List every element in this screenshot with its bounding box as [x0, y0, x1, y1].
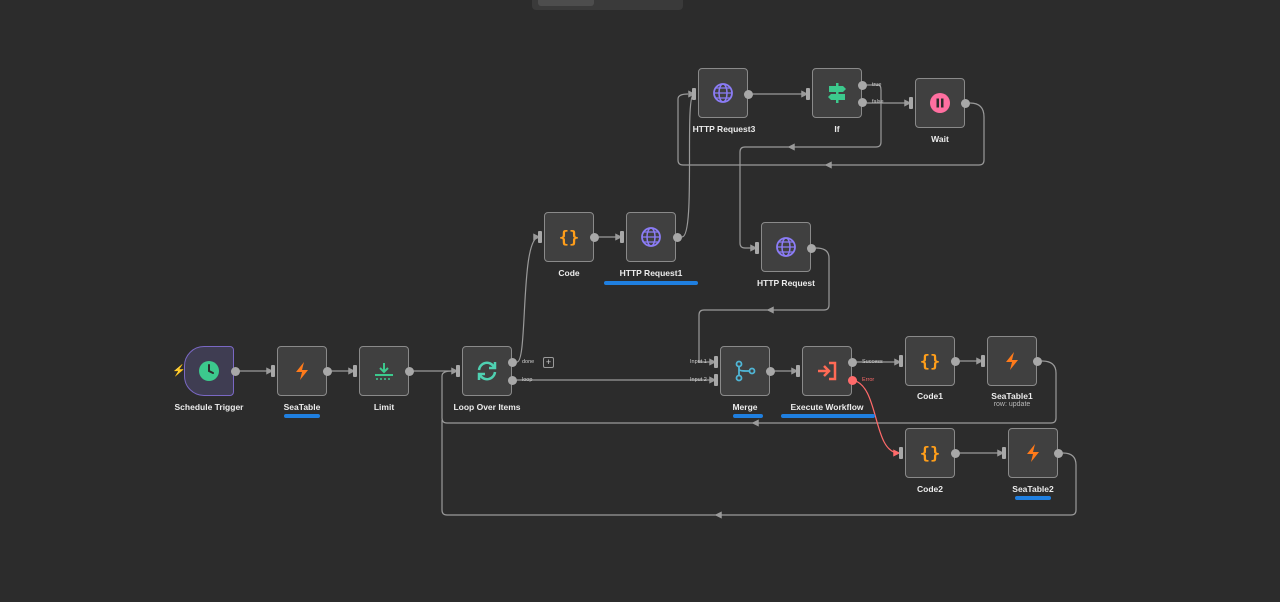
code-icon: {}	[545, 213, 593, 261]
execute-success-label: Success	[862, 359, 883, 365]
http-request-input-port[interactable]	[755, 242, 759, 254]
loop-icon	[463, 347, 511, 395]
http-request3-output-port[interactable]	[744, 90, 753, 99]
http-request1-input-port[interactable]	[620, 231, 624, 243]
node-code1[interactable]: {}	[905, 336, 955, 386]
http-request3-input-port[interactable]	[692, 88, 696, 100]
code-icon: {}	[906, 429, 954, 477]
edge-seatable2-loop	[441, 420, 1077, 516]
loop-input-port[interactable]	[456, 365, 460, 377]
node-seatable2[interactable]	[1008, 428, 1058, 478]
code2-output-port[interactable]	[951, 449, 960, 458]
redaction-mark	[781, 414, 875, 418]
add-node-button[interactable]: +	[543, 357, 554, 368]
node-http-request3[interactable]	[698, 68, 748, 118]
sign-in-icon	[803, 347, 851, 395]
if-input-port[interactable]	[806, 88, 810, 100]
node-label-execute-workflow: Execute Workflow	[790, 402, 864, 412]
node-seatable1[interactable]	[987, 336, 1037, 386]
execute-workflow-success-port[interactable]	[848, 358, 857, 367]
seatable-input-port[interactable]	[271, 365, 275, 377]
svg-text:{}: {}	[920, 444, 940, 463]
edge-loop-done-code	[516, 233, 541, 363]
globe-icon	[699, 69, 747, 117]
node-seatable[interactable]	[277, 346, 327, 396]
redaction-mark	[1015, 496, 1051, 500]
workflow-connections	[239, 84, 1077, 519]
code-icon: {}	[906, 337, 954, 385]
wait-input-port[interactable]	[909, 97, 913, 109]
merge-input1-label: Input 1	[690, 359, 707, 365]
node-schedule-trigger[interactable]	[184, 346, 234, 396]
schedule-trigger-output-port[interactable]	[231, 367, 240, 376]
node-code2[interactable]: {}	[905, 428, 955, 478]
if-true-output-port[interactable]	[858, 81, 867, 90]
redaction-mark	[604, 281, 698, 285]
node-label-if: If	[834, 124, 840, 134]
code-output-port[interactable]	[590, 233, 599, 242]
seatable1-input-port[interactable]	[981, 355, 985, 367]
svg-text:{}: {}	[559, 228, 579, 247]
node-if[interactable]	[812, 68, 862, 118]
loop-loop-label: loop	[522, 377, 533, 383]
node-label-wait: Wait	[931, 134, 949, 144]
seatable-icon	[988, 337, 1036, 385]
loop-loop-output-port[interactable]	[508, 376, 517, 385]
node-http-request1[interactable]	[626, 212, 676, 262]
pause-icon	[916, 79, 964, 127]
execute-error-label: Error	[862, 377, 875, 383]
node-execute-workflow[interactable]	[802, 346, 852, 396]
code1-input-port[interactable]	[899, 355, 903, 367]
clock-icon	[185, 347, 233, 395]
code-input-port[interactable]	[538, 231, 542, 243]
globe-icon	[762, 223, 810, 271]
node-label-seatable1: SeaTable1	[991, 391, 1033, 401]
merge-output-port[interactable]	[766, 367, 775, 376]
merge-input1-port[interactable]	[714, 356, 718, 368]
if-true-label: true	[872, 82, 882, 88]
loop-done-label: done	[522, 359, 535, 365]
signpost-icon	[813, 69, 861, 117]
node-loop-over-items[interactable]	[462, 346, 512, 396]
if-false-label: false	[872, 99, 884, 105]
seatable2-output-port[interactable]	[1054, 449, 1063, 458]
wait-output-port[interactable]	[961, 99, 970, 108]
limit-icon	[360, 347, 408, 395]
node-subtitle-seatable1: row: update	[993, 401, 1031, 408]
seatable-icon	[278, 347, 326, 395]
merge-input2-port[interactable]	[714, 374, 718, 386]
redaction-mark	[284, 414, 320, 418]
globe-icon	[627, 213, 675, 261]
seatable-icon	[1009, 429, 1057, 477]
node-merge[interactable]	[720, 346, 770, 396]
merge-icon	[721, 347, 769, 395]
execute-workflow-input-port[interactable]	[796, 365, 800, 377]
seatable-output-port[interactable]	[323, 367, 332, 376]
redaction-mark	[733, 414, 763, 418]
node-wait[interactable]	[915, 78, 965, 128]
node-label-loop-over-items: Loop Over Items	[453, 402, 521, 412]
code1-output-port[interactable]	[951, 357, 960, 366]
node-label-http-request1: HTTP Request1	[619, 268, 683, 278]
seatable1-output-port[interactable]	[1033, 357, 1042, 366]
limit-input-port[interactable]	[353, 365, 357, 377]
node-http-request[interactable]	[761, 222, 811, 272]
seatable2-input-port[interactable]	[1002, 447, 1006, 459]
svg-text:{}: {}	[920, 352, 940, 371]
node-label-http-request: HTTP Request	[757, 278, 815, 288]
merge-input2-label: Input 2	[690, 377, 707, 383]
code2-input-port[interactable]	[899, 447, 903, 459]
execute-workflow-error-port[interactable]	[848, 376, 857, 385]
node-code[interactable]: {}	[544, 212, 594, 262]
node-limit[interactable]	[359, 346, 409, 396]
loop-done-output-port[interactable]	[508, 358, 517, 367]
http-request1-output-port[interactable]	[673, 233, 682, 242]
node-label-seatable2: SeaTable2	[1012, 484, 1054, 494]
http-request-output-port[interactable]	[807, 244, 816, 253]
if-false-output-port[interactable]	[858, 98, 867, 107]
limit-output-port[interactable]	[405, 367, 414, 376]
